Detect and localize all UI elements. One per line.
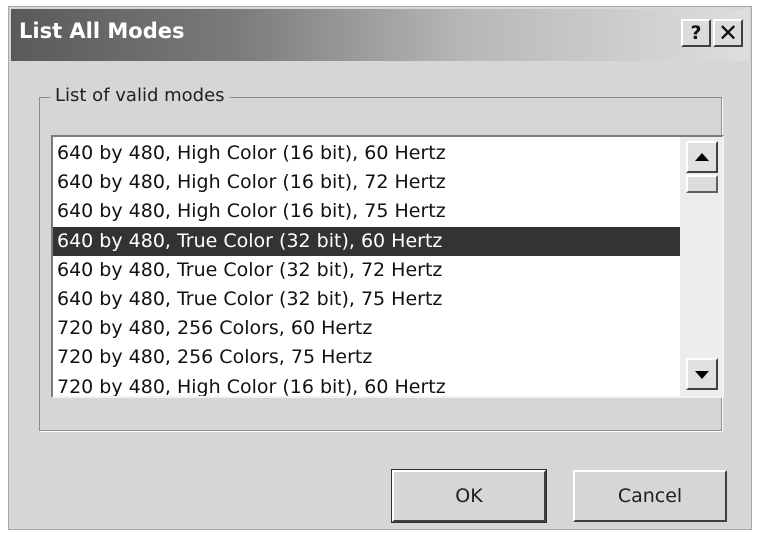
triangle-up-icon — [695, 152, 709, 161]
help-button[interactable]: ? — [681, 19, 711, 47]
modes-listbox[interactable]: 640 by 480, High Color (16 bit), 60 Hert… — [51, 135, 724, 398]
triangle-down-icon — [695, 370, 709, 379]
list-item[interactable]: 640 by 480, True Color (32 bit), 75 Hert… — [53, 285, 680, 314]
scroll-up-button[interactable] — [686, 141, 718, 173]
list-item[interactable]: 640 by 480, High Color (16 bit), 60 Hert… — [53, 139, 680, 168]
scroll-thumb[interactable] — [686, 175, 718, 193]
cancel-button[interactable]: Cancel — [573, 470, 727, 522]
list-item[interactable]: 720 by 480, 256 Colors, 75 Hertz — [53, 343, 680, 372]
groupbox-label: List of valid modes — [50, 85, 230, 106]
vertical-scrollbar[interactable] — [680, 137, 722, 396]
dialog-title: List All Modes — [19, 19, 185, 43]
list-item[interactable]: 640 by 480, True Color (32 bit), 72 Hert… — [53, 256, 680, 285]
modes-list-items: 640 by 480, High Color (16 bit), 60 Hert… — [53, 139, 680, 397]
list-item[interactable]: 640 by 480, High Color (16 bit), 72 Hert… — [53, 168, 680, 197]
list-all-modes-dialog: List All Modes ? ✕ List of valid modes 6… — [8, 6, 752, 530]
close-button[interactable]: ✕ — [713, 19, 743, 47]
list-item[interactable]: 720 by 480, 256 Colors, 60 Hertz — [53, 314, 680, 343]
scroll-down-button[interactable] — [686, 358, 718, 390]
list-item-selected[interactable]: 640 by 480, True Color (32 bit), 60 Hert… — [53, 226, 680, 256]
list-item[interactable]: 640 by 480, High Color (16 bit), 75 Hert… — [53, 197, 680, 226]
title-bar[interactable]: List All Modes ? ✕ — [11, 9, 749, 61]
list-item[interactable]: 720 by 480, High Color (16 bit), 60 Hert… — [53, 373, 680, 397]
ok-button[interactable]: OK — [391, 469, 547, 523]
